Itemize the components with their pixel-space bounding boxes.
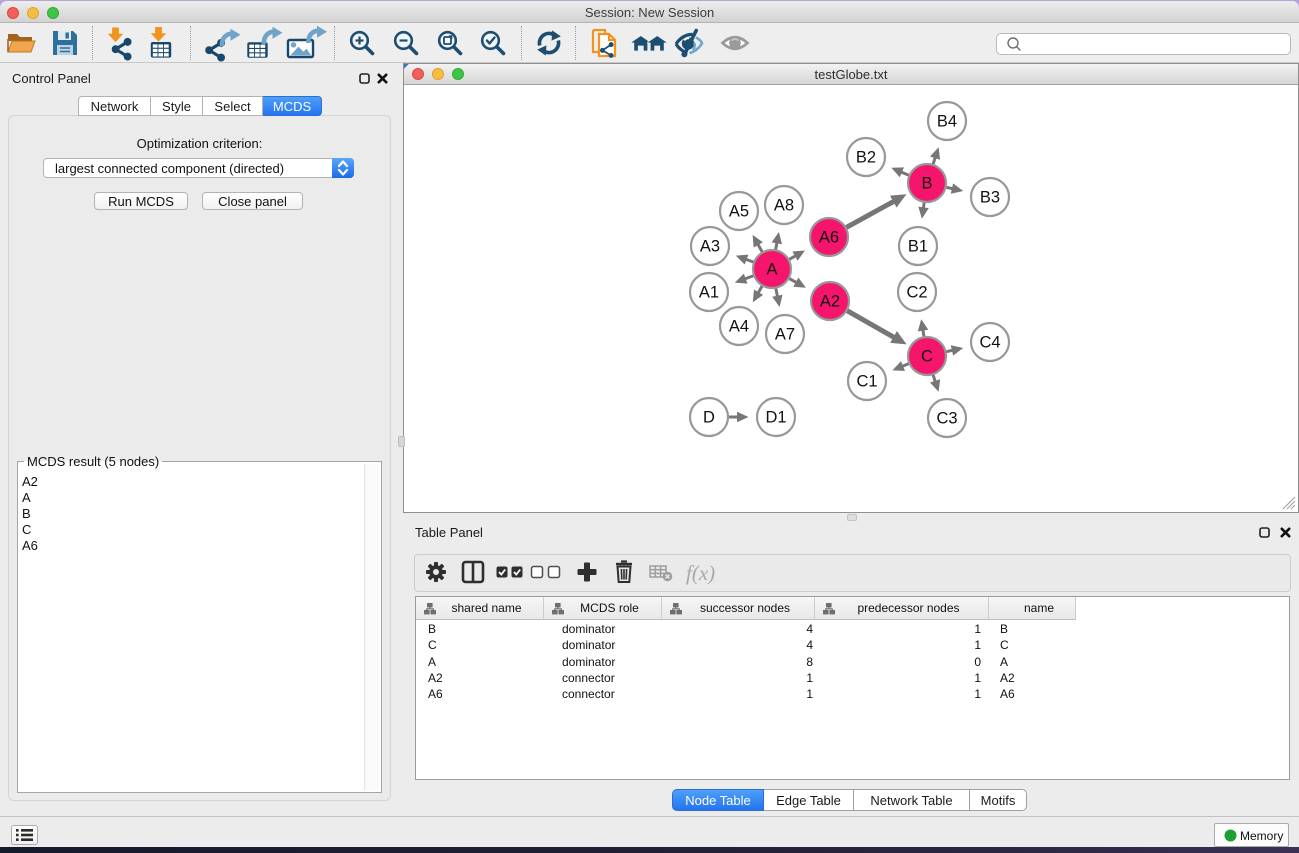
svg-text:f(x): f(x) — [686, 561, 715, 585]
svg-text:A2: A2 — [820, 293, 840, 311]
svg-text:C: C — [921, 348, 933, 366]
svg-text:A8: A8 — [774, 197, 794, 215]
svg-text:C3: C3 — [936, 410, 957, 428]
svg-text:A5: A5 — [729, 203, 749, 221]
svg-text:B3: B3 — [980, 189, 1000, 207]
svg-text:A4: A4 — [729, 318, 749, 336]
svg-text:D1: D1 — [765, 409, 786, 427]
svg-text:C1: C1 — [856, 373, 877, 391]
svg-text:B2: B2 — [856, 149, 876, 167]
svg-text:D: D — [703, 409, 715, 427]
svg-text:A: A — [766, 261, 777, 279]
svg-text:A3: A3 — [700, 238, 720, 256]
svg-text:A7: A7 — [775, 326, 795, 344]
svg-text:A1: A1 — [699, 284, 719, 302]
svg-text:A6: A6 — [819, 229, 839, 247]
svg-text:B: B — [921, 175, 932, 193]
svg-text:B4: B4 — [937, 113, 957, 131]
svg-text:C4: C4 — [979, 334, 1000, 352]
svg-text:B1: B1 — [908, 238, 928, 256]
svg-text:C2: C2 — [906, 284, 927, 302]
